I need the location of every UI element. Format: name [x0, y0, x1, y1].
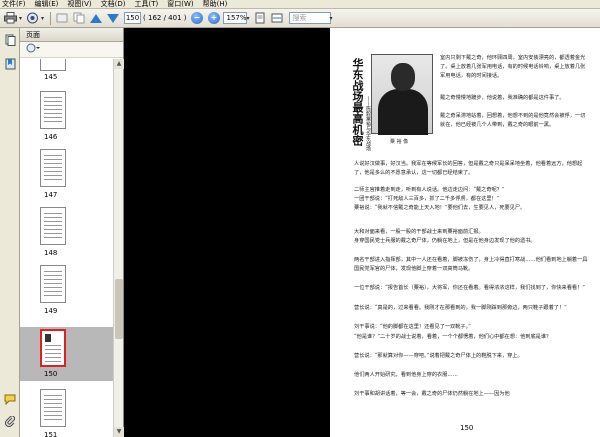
document-page: 华东战场最高机密 ——陈毅粟裕与华东战场 粟 裕 像 室内只剩下戴之奇，他环顾四…	[330, 28, 600, 437]
paragraph: 营长说：“那就算对你——穿吧。”说着把戴之奇尸体上的鞋脱下来，穿上。	[354, 353, 523, 359]
thumbnail-page	[40, 91, 66, 129]
options-icon[interactable]	[26, 43, 40, 56]
panel-header: 页面	[20, 28, 123, 42]
zoom-in-icon[interactable]: +	[206, 11, 221, 25]
thumbnail-149[interactable]: 149	[20, 265, 114, 329]
zoom-input[interactable]: 157%	[223, 12, 248, 24]
comments-icon[interactable]	[4, 394, 16, 406]
menu-window[interactable]: 窗口(W)	[167, 0, 193, 9]
zoom-dropdown-icon[interactable]: ▾	[246, 15, 249, 22]
pages-panel: 页面 145 146 147 148 149 150 151 ▲ ▼	[20, 28, 124, 437]
pages-icon[interactable]	[4, 34, 16, 46]
bookmarks-icon[interactable]	[4, 58, 16, 70]
panel-scrollbar[interactable]: ▲ ▼	[113, 59, 124, 437]
paragraph: 两名干部进入指挥部，其中一人还在看着，脚被冻伤了，身上冷得直打寒战……他们看到地…	[354, 257, 588, 272]
thumbnail-label: 150	[44, 370, 58, 378]
thumbnail-page	[40, 59, 66, 71]
hand-tool-icon[interactable]	[54, 11, 69, 25]
menu-view[interactable]: 视图(V)	[67, 0, 91, 9]
fit-page-icon[interactable]	[253, 11, 268, 25]
paragraph: 粟裕说：“我就不信戴之奇能上天入地！”要他们去，生要见人，死要见尸。	[354, 205, 526, 211]
thumbnail-146[interactable]: 146	[20, 91, 114, 155]
copy-icon[interactable]	[71, 11, 86, 25]
navigation-strip	[0, 28, 20, 437]
paragraph: 身穿国民党士兵服的戴之奇尸体，仍躺在地上，但是在他身边发现了他的遗书。	[354, 238, 536, 244]
portrait-photo	[371, 54, 433, 135]
attachments-icon[interactable]	[4, 415, 16, 428]
nav-up-arrow-icon[interactable]	[88, 11, 103, 25]
search-input[interactable]: 搜索	[288, 12, 331, 24]
menu-bar: 文件(F) 编辑(E) 视图(V) 文档(D) 工具(T) 窗口(W) 帮助(H…	[0, 0, 600, 9]
photo-caption: 粟 裕 像	[390, 139, 409, 145]
menu-file[interactable]: 文件(F)	[2, 0, 26, 9]
paragraph: 二师主官推着走到走，听到有人说话。他边走边问：“戴之奇呢？”	[354, 187, 505, 193]
menu-edit[interactable]: 编辑(E)	[35, 0, 59, 9]
paragraph: 营长说：“真是的，过来看看。我刚才在那看到的，我一脚刚踩到那旁边，两只鞋子跟着了…	[354, 305, 567, 311]
menu-tools[interactable]: 工具(T)	[135, 0, 159, 9]
thumbnail-151[interactable]: 151	[20, 389, 114, 437]
thumbnail-label: 147	[44, 191, 58, 199]
paragraph: 他们两人开始研究，看到他身上穿的衣服……	[354, 372, 458, 378]
panel-options	[20, 42, 123, 58]
thumbnail-list: 145 146 147 148 149 150 151	[20, 59, 114, 437]
thumbnail-label: 149	[44, 307, 58, 315]
thumbnail-148[interactable]: 148	[20, 207, 114, 271]
thumbnail-page	[40, 389, 66, 427]
menu-document[interactable]: 文档(D)	[101, 0, 126, 9]
page-number: 150	[460, 424, 474, 432]
scroll-up-icon[interactable]: ▲	[114, 59, 124, 69]
zoom-out-icon[interactable]: −	[189, 11, 204, 25]
paragraph: 刘干事和胡讲话着，等一会，戴之奇的尸体仍然躺在地上——因为他	[354, 391, 510, 397]
toolbar-divider	[50, 11, 52, 25]
paragraph: 大和对面来看，一股一股的干部战士来到粟裕面前汇报。	[354, 229, 484, 235]
paragraph: 一团干部说：“打死敌人三百多，抓了二千多俘虏，都在这里！”	[354, 196, 500, 202]
menu-help[interactable]: 帮助(H)	[203, 0, 228, 9]
paragraph: 人说好汉做事，好汉当。我军在等候军长的回答，但是戴之奇只是呆呆地坐着，他看着远方…	[354, 161, 583, 176]
panel-title: 页面	[26, 30, 40, 39]
chapter-title: 华东战场最高机密	[351, 58, 364, 146]
thumbnail-150[interactable]: 150	[20, 327, 114, 381]
thumbnail-page	[40, 207, 66, 245]
print-dropdown-icon[interactable]: ▾	[19, 15, 22, 22]
page-number-input[interactable]: 150	[124, 12, 142, 24]
thumbnail-page	[40, 265, 66, 303]
paragraph: 戴之奇呆滞地站着，回想着，他想不到的是他竟然会被俘，一切就在，他已经被几个人带到…	[440, 113, 586, 128]
paragraph: 刘干事说：“他的脚都在这里！还看见了一双靴子。”	[354, 324, 471, 330]
thumbnail-label: 151	[44, 431, 58, 437]
paragraph: “他是谁？”二十岁的战士说着，看着，一个个都愣着，他们心中都在想：他到底是谁？	[354, 334, 552, 340]
thumbnail-147[interactable]: 147	[20, 149, 114, 213]
attach-settings-icon[interactable]	[25, 11, 40, 25]
thumbnail-label: 148	[44, 249, 58, 257]
print-icon[interactable]	[3, 11, 18, 25]
page-count: ( 162 / 401 )	[143, 14, 187, 22]
paragraph: 戴之奇慢慢地踱步，他说着，我准确的都是这件事了。	[440, 95, 565, 101]
chapter-subtitle: ——陈毅粟裕与华东战场	[365, 96, 371, 151]
paragraph: 室内只剩下戴之奇，他环顾四周，室内安装漂亮的，都透着金光了。桌上放着几张军用电话…	[440, 55, 586, 79]
thumbnail-label: 145	[44, 73, 58, 81]
thumbnail-page	[40, 329, 66, 367]
fit-width-icon[interactable]	[270, 11, 285, 25]
scroll-thumb[interactable]	[115, 279, 123, 339]
paragraph: 一位干部说：“报告首长（粟裕），大将军，你还在看着。看得浓浓这样，我们找到了，你…	[354, 285, 585, 291]
toolbar: ▾ ▾ 150 ( 162 / 401 ) − + 157% ▾ 搜索 ▾	[0, 9, 600, 28]
left-page	[124, 28, 330, 437]
thumbnail-page	[40, 149, 66, 187]
scroll-down-icon[interactable]: ▼	[114, 427, 124, 437]
search-dropdown-icon[interactable]: ▾	[330, 15, 333, 22]
thumbnail-label: 146	[44, 133, 58, 141]
document-area[interactable]: 华东战场最高机密 ——陈毅粟裕与华东战场 粟 裕 像 室内只剩下戴之奇，他环顾四…	[124, 28, 600, 437]
nav-down-arrow-icon[interactable]	[105, 11, 120, 25]
settings-dropdown-icon[interactable]: ▾	[41, 15, 44, 22]
